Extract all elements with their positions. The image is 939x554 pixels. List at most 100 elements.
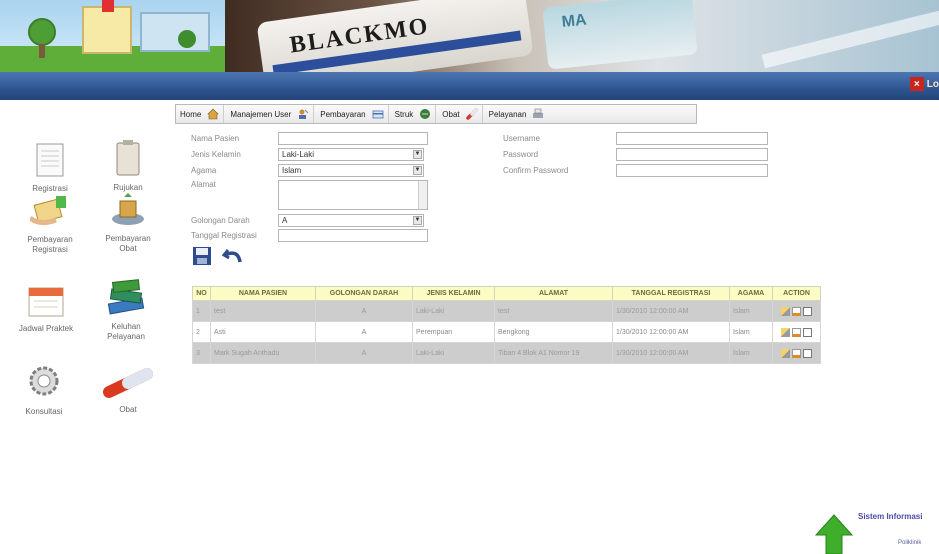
password-input[interactable] xyxy=(616,148,768,161)
arrow-up-icon[interactable] xyxy=(814,513,854,554)
col-alamat[interactable]: ALAMAT xyxy=(494,286,613,301)
nama-pasien-label: Nama Pasien xyxy=(191,134,240,143)
cell-golongan-darah: A xyxy=(315,321,413,343)
table-row[interactable]: 3 Mark Sugah Anthadu A Laki-Laki Tiban 4… xyxy=(192,342,821,364)
menu-struk[interactable]: Struk xyxy=(395,105,437,123)
chevron-down-icon: ▼ xyxy=(413,216,422,225)
launcher-jadwal-praktek[interactable]: Jadwal Praktek xyxy=(16,285,76,334)
cell-jenis-kelamin: Laki-Laki xyxy=(412,300,495,322)
alamat-textarea[interactable] xyxy=(278,180,428,210)
launcher-konsultasi[interactable]: Konsultasi xyxy=(14,362,74,417)
view-icon[interactable] xyxy=(792,348,801,358)
delete-icon[interactable] xyxy=(803,348,812,358)
launcher-keluhan-pelayanan[interactable]: Keluhan Pelayanan xyxy=(96,277,156,342)
launcher-jadwal-praktek-label: Jadwal Praktek xyxy=(18,324,74,333)
cell-golongan-darah: A xyxy=(315,300,413,322)
col-jenis-kelamin[interactable]: JENIS KELAMIN xyxy=(412,286,495,301)
username-label: Username xyxy=(503,134,540,143)
menu-obat[interactable]: Obat xyxy=(442,105,483,123)
col-tanggal-registrasi[interactable]: TANGGAL REGISTRASI xyxy=(612,286,730,301)
table-row[interactable]: 1 test A Laki-Laki test 1/30/2010 12:00:… xyxy=(192,300,821,322)
textarea-scrollbar[interactable] xyxy=(418,181,427,209)
medicine-payment-icon xyxy=(112,193,144,225)
launcher-registrasi-label: Registrasi xyxy=(32,184,68,193)
launcher-keluhan-pelayanan-label: Keluhan Pelayanan xyxy=(107,322,145,341)
user-management-icon xyxy=(299,109,309,119)
cell-alamat: Bengkong xyxy=(494,321,613,343)
save-icon[interactable] xyxy=(192,246,212,266)
cell-agama: Islam xyxy=(729,342,773,364)
jenis-kelamin-value: Laki-Laki xyxy=(282,150,315,159)
menu-home-label: Home xyxy=(180,109,202,119)
cell-tanggal: 1/30/2010 12:00:00 AM xyxy=(612,342,730,364)
menu-pelayanan-label: Pelayanan xyxy=(488,109,527,119)
username-input[interactable] xyxy=(616,132,768,145)
launcher-pembayaran-registrasi-label: Pembayaran Registrasi xyxy=(27,235,73,254)
table-header-row: NO NAMA PASIEN GOLONGAN DARAH JENIS KELA… xyxy=(192,286,821,301)
edit-icon[interactable] xyxy=(781,306,790,316)
launcher-obat[interactable]: Obat xyxy=(98,368,158,415)
cell-no: 3 xyxy=(192,342,211,364)
edit-icon[interactable] xyxy=(781,348,790,358)
delete-icon[interactable] xyxy=(803,327,812,337)
delete-icon[interactable] xyxy=(803,306,812,316)
payment-icon xyxy=(28,196,66,226)
launcher-registrasi[interactable]: Registrasi xyxy=(20,143,80,194)
launcher-pembayaran-obat-label: Pembayaran Obat xyxy=(105,234,151,253)
header-bar: × Lo xyxy=(0,72,939,100)
main-menu: Home Manajemen User Pembayaran Struk Oba… xyxy=(175,104,697,124)
service-icon xyxy=(533,108,544,118)
confirm-password-label: Confirm Password xyxy=(503,166,569,175)
pill-icon xyxy=(465,108,478,120)
menu-obat-label: Obat xyxy=(442,109,460,119)
agama-select[interactable]: Islam ▼ xyxy=(278,164,424,177)
medicine-bottle-image: MA xyxy=(542,0,698,70)
launcher-rujukan[interactable]: Rujukan xyxy=(98,140,158,193)
cell-jenis-kelamin: Perempuan xyxy=(412,321,495,343)
books-icon xyxy=(107,279,145,315)
cell-alamat: test xyxy=(494,300,613,322)
menu-manajemen-user[interactable]: Manajemen User xyxy=(230,105,315,123)
clinic-illustration xyxy=(0,0,225,72)
close-icon: × xyxy=(909,77,924,91)
menu-pembayaran[interactable]: Pembayaran xyxy=(320,105,389,123)
golongan-darah-select[interactable]: A ▼ xyxy=(278,214,424,227)
footer-title: Sistem Informasi xyxy=(858,512,923,521)
cell-nama: Asti xyxy=(210,321,316,343)
launcher-konsultasi-label: Konsultasi xyxy=(25,407,63,416)
menu-manajemen-user-label: Manajemen User xyxy=(230,109,292,119)
cell-nama: test xyxy=(210,300,316,322)
chevron-down-icon: ▼ xyxy=(413,166,422,175)
view-icon[interactable] xyxy=(792,306,801,316)
col-agama[interactable]: AGAMA xyxy=(729,286,773,301)
nama-pasien-input[interactable] xyxy=(278,132,428,145)
edit-icon[interactable] xyxy=(781,327,790,337)
menu-struk-label: Struk xyxy=(394,109,414,119)
clipboard-icon xyxy=(116,140,140,176)
confirm-password-input[interactable] xyxy=(616,164,768,177)
col-action: ACTION xyxy=(772,286,821,301)
cell-tanggal: 1/30/2010 12:00:00 AM xyxy=(612,300,730,322)
launcher-pembayaran-registrasi[interactable]: Pembayaran Registrasi xyxy=(20,196,80,255)
jenis-kelamin-select[interactable]: Laki-Laki ▼ xyxy=(278,148,424,161)
chevron-down-icon: ▼ xyxy=(413,150,422,159)
menu-pelayanan[interactable]: Pelayanan xyxy=(489,105,549,123)
document-icon xyxy=(36,143,64,177)
menu-home[interactable]: Home xyxy=(180,105,225,123)
tanggal-registrasi-input[interactable] xyxy=(278,229,428,242)
view-icon[interactable] xyxy=(792,327,801,337)
cell-nama: Mark Sugah Anthadu xyxy=(210,342,316,364)
golongan-darah-label: Golongan Darah xyxy=(191,216,250,225)
col-golongan-darah[interactable]: GOLONGAN DARAH xyxy=(315,286,413,301)
header-banner: BLACKMO MA xyxy=(0,0,939,72)
col-no[interactable]: NO xyxy=(192,286,211,301)
cell-no: 1 xyxy=(192,300,211,322)
col-nama-pasien[interactable]: NAMA PASIEN xyxy=(210,286,316,301)
launcher-rujukan-label: Rujukan xyxy=(113,183,143,192)
jenis-kelamin-label: Jenis Kelamin xyxy=(191,150,241,159)
logout-button[interactable]: × Lo xyxy=(909,77,939,91)
table-row[interactable]: 2 Asti A Perempuan Bengkong 1/30/2010 12… xyxy=(192,321,821,343)
launcher-pembayaran-obat[interactable]: Pembayaran Obat xyxy=(98,193,158,254)
cell-action xyxy=(772,321,821,343)
undo-icon[interactable] xyxy=(222,246,244,266)
